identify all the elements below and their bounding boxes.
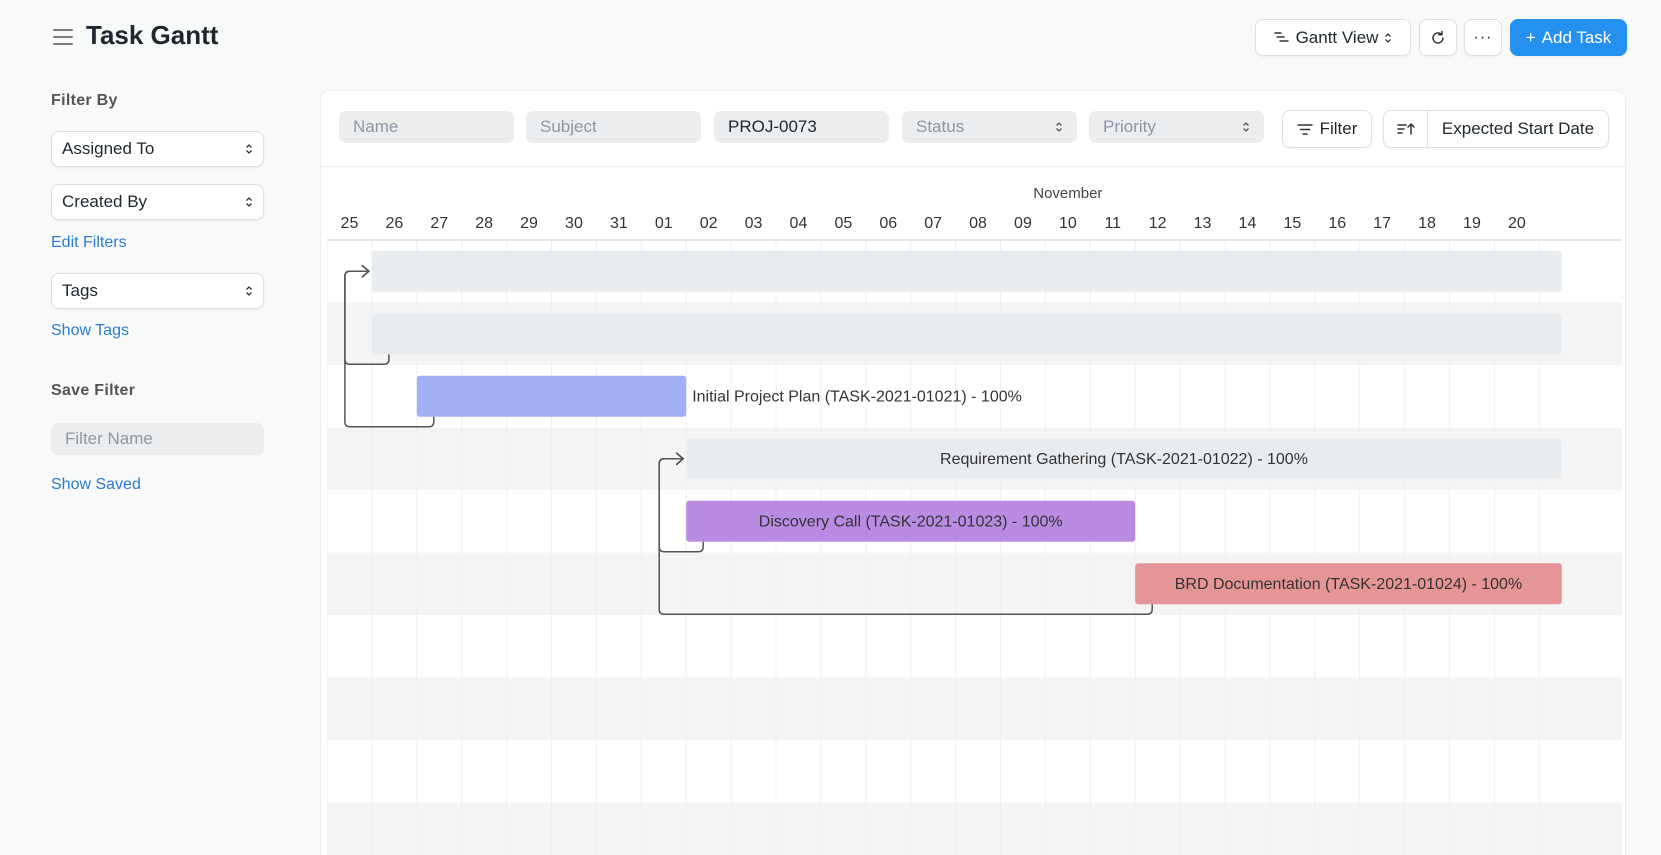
day-label: 26 <box>385 215 403 232</box>
gantt-svg: November 25 26 27 28 29 30 31 01 02 03 04 05 06 07 08 09… <box>327 185 1622 855</box>
chevron-updown-icon <box>1243 122 1249 132</box>
task-label: Requirement Gathering (TASK-2021-01022) … <box>940 451 1308 468</box>
add-task-label: Add Task <box>1541 27 1612 47</box>
day-label: 11 <box>1104 215 1121 232</box>
hamburger-menu-icon[interactable] <box>53 29 73 47</box>
day-label: 25 <box>341 215 359 232</box>
filter-button[interactable]: Filter <box>1282 110 1372 148</box>
subject-filter-input[interactable] <box>526 111 701 143</box>
day-label: 12 <box>1149 215 1167 232</box>
save-filter-heading: Save Filter <box>51 382 136 399</box>
sort-selector: Expected Start Date <box>1383 110 1609 148</box>
day-label: 13 <box>1194 215 1212 232</box>
gantt-row <box>327 615 1622 678</box>
day-label: 01 <box>655 215 673 232</box>
day-label: 03 <box>745 215 763 232</box>
plus-icon: + <box>1525 27 1536 47</box>
created-by-label: Created By <box>62 192 148 211</box>
refresh-icon <box>1432 30 1444 44</box>
filter-icon <box>1296 123 1313 135</box>
day-label: 07 <box>924 215 942 232</box>
filter-bar: Status Priority Filter <box>321 91 1625 167</box>
day-label: 31 <box>610 215 628 232</box>
gantt-row <box>327 677 1622 740</box>
task-bar[interactable] <box>371 250 1562 292</box>
name-filter-input[interactable] <box>339 111 514 143</box>
edit-filters-link[interactable]: Edit Filters <box>51 234 127 252</box>
month-label: November <box>1033 185 1102 202</box>
task-bar[interactable] <box>371 313 1562 355</box>
refresh-button[interactable] <box>1419 19 1457 56</box>
assigned-to-select[interactable]: Assigned To <box>51 131 264 167</box>
status-filter-placeholder: Status <box>916 117 965 136</box>
assigned-to-label: Assigned To <box>62 139 155 158</box>
chevron-updown-icon <box>1056 122 1062 132</box>
day-label: 19 <box>1463 215 1481 232</box>
sort-direction-button[interactable] <box>1384 111 1428 147</box>
tags-label: Tags <box>62 281 98 300</box>
day-label: 05 <box>834 215 852 232</box>
tags-select[interactable]: Tags <box>51 273 264 309</box>
day-label: 17 <box>1373 215 1391 232</box>
created-by-select[interactable]: Created By <box>51 184 264 220</box>
day-label: 04 <box>790 215 808 232</box>
gantt-view-icon <box>1273 31 1289 42</box>
day-label: 14 <box>1239 215 1257 232</box>
day-label: 08 <box>969 215 987 232</box>
sort-field-button[interactable]: Expected Start Date <box>1428 111 1608 147</box>
project-filter-input[interactable] <box>714 111 889 143</box>
page-title: Task Gantt <box>86 20 219 50</box>
sort-field-label: Expected Start Date <box>1441 119 1595 138</box>
view-switcher-label: Gantt View <box>1295 27 1379 47</box>
gantt-chart: November 25 26 27 28 29 30 31 01 02 03 04 05 06 07 08 09… <box>327 168 1622 855</box>
day-label: 20 <box>1508 215 1526 232</box>
chevron-updown-icon <box>246 286 252 296</box>
more-options-button[interactable]: ··· <box>1464 19 1502 56</box>
view-switcher-button[interactable]: Gantt View <box>1255 19 1411 56</box>
chevron-updown-icon <box>246 197 252 207</box>
task-label: Initial Project Plan (TASK-2021-01021) -… <box>692 388 1022 405</box>
day-label: 29 <box>520 215 538 232</box>
chevron-updown-icon <box>246 144 252 154</box>
day-label: 16 <box>1328 215 1346 232</box>
day-label: 09 <box>1014 215 1032 232</box>
task-label: BRD Documentation (TASK-2021-01024) - 10… <box>1175 576 1522 593</box>
chevron-updown-icon <box>1385 32 1392 43</box>
gantt-card: Status Priority Filter <box>320 90 1626 855</box>
add-task-button[interactable]: + Add Task <box>1510 19 1627 56</box>
page-header: Task Gantt Gantt View ··· + Add Task <box>0 0 1661 75</box>
day-label: 30 <box>565 215 583 232</box>
gantt-row <box>327 740 1622 803</box>
priority-filter-select[interactable]: Priority <box>1089 111 1264 143</box>
task-bar[interactable] <box>416 375 687 417</box>
day-label: 10 <box>1059 215 1077 232</box>
show-saved-link[interactable]: Show Saved <box>51 476 141 494</box>
filter-name-input[interactable] <box>51 423 264 455</box>
filter-button-label: Filter <box>1319 119 1358 138</box>
day-label: 02 <box>700 215 718 232</box>
task-label: Discovery Call (TASK-2021-01023) - 100% <box>759 513 1063 530</box>
show-tags-link[interactable]: Show Tags <box>51 322 129 340</box>
status-filter-select[interactable]: Status <box>902 111 1077 143</box>
day-label: 06 <box>879 215 897 232</box>
day-label: 18 <box>1418 215 1436 232</box>
priority-filter-placeholder: Priority <box>1103 117 1156 136</box>
gantt-row <box>327 802 1622 855</box>
filter-by-heading: Filter By <box>51 92 118 109</box>
more-options-icon: ··· <box>1473 28 1493 46</box>
day-label: 28 <box>475 215 493 232</box>
day-label: 27 <box>430 215 448 232</box>
day-label: 15 <box>1283 215 1301 232</box>
sort-ascending-icon <box>1396 123 1415 135</box>
